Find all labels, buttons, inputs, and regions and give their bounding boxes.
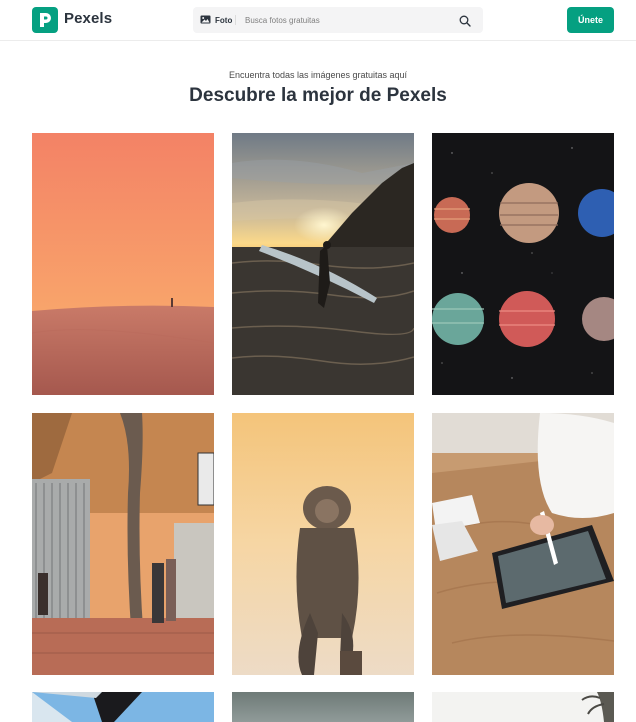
pexels-logo-icon[interactable] [32, 7, 58, 33]
photo-icon [200, 11, 211, 29]
search-bar: Foto [193, 7, 483, 33]
search-type-selector[interactable]: Foto [200, 7, 232, 33]
photo-umbrella-sky[interactable] [32, 692, 214, 722]
photo-gray-sky[interactable] [232, 692, 414, 722]
search-icon[interactable] [459, 14, 471, 32]
photo-desert-dunes[interactable] [32, 133, 214, 395]
photo-planets[interactable] [432, 133, 614, 395]
hero-title: Descubre la mejor de Pexels [189, 85, 447, 106]
photo-monkey[interactable] [232, 413, 414, 675]
brand-name[interactable]: Pexels [64, 10, 112, 27]
photo-street-tree[interactable] [32, 413, 214, 675]
top-navbar: Pexels Foto Únete [0, 0, 636, 41]
search-divider [235, 15, 236, 25]
hero-subtitle: Encuentra todas las imágenes gratuitas a… [228, 70, 408, 80]
search-type-label: Foto [215, 15, 233, 25]
search-input[interactable] [239, 7, 449, 33]
photo-tablet-drawing[interactable] [432, 413, 614, 675]
join-button[interactable]: Únete [567, 7, 614, 33]
photo-surfer[interactable] [232, 133, 414, 395]
photo-white-sky-plant[interactable] [432, 692, 614, 722]
